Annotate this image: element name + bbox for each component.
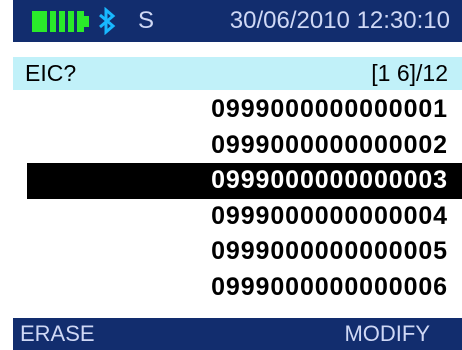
- battery-cap: [84, 16, 89, 27]
- datetime: 30/06/2010 12:30:10: [229, 7, 450, 34]
- list-item-code: 0999000000000004: [211, 201, 448, 230]
- list-item-code: 0999000000000001: [211, 95, 448, 123]
- modify-softkey[interactable]: MODIFY: [344, 318, 430, 350]
- mode-indicator: S: [138, 7, 155, 34]
- field-prompt: EIC?: [25, 60, 77, 86]
- list-item[interactable]: 0999000000000001: [13, 92, 462, 128]
- list-item[interactable]: 0999000000000005: [13, 234, 462, 270]
- list-item-selected[interactable]: 0999000000000003: [27, 163, 462, 199]
- softkey-bar: ERASE MODIFY: [13, 318, 462, 350]
- bluetooth-icon: [99, 7, 116, 35]
- list-item[interactable]: 0999000000000006: [13, 270, 462, 306]
- header-row: EIC? [1 6]/12: [13, 57, 462, 90]
- list-item-code: 0999000000000003: [211, 166, 448, 194]
- device-screen: S 30/06/2010 12:30:10 EIC? [1 6]/12 0999…: [0, 0, 462, 350]
- list-item[interactable]: 0999000000000002: [13, 128, 462, 164]
- battery-full-icon: [32, 11, 84, 32]
- erase-softkey[interactable]: ERASE: [20, 318, 95, 350]
- list-item-code: 0999000000000002: [211, 130, 448, 159]
- list-item-code: 0999000000000005: [211, 237, 448, 265]
- list-item-code: 0999000000000006: [211, 272, 448, 301]
- eic-list: 0999000000000001 0999000000000002 099900…: [13, 92, 462, 305]
- status-bar: S 30/06/2010 12:30:10: [13, 0, 462, 42]
- page-counter: [1 6]/12: [371, 60, 448, 86]
- list-item[interactable]: 0999000000000004: [13, 199, 462, 235]
